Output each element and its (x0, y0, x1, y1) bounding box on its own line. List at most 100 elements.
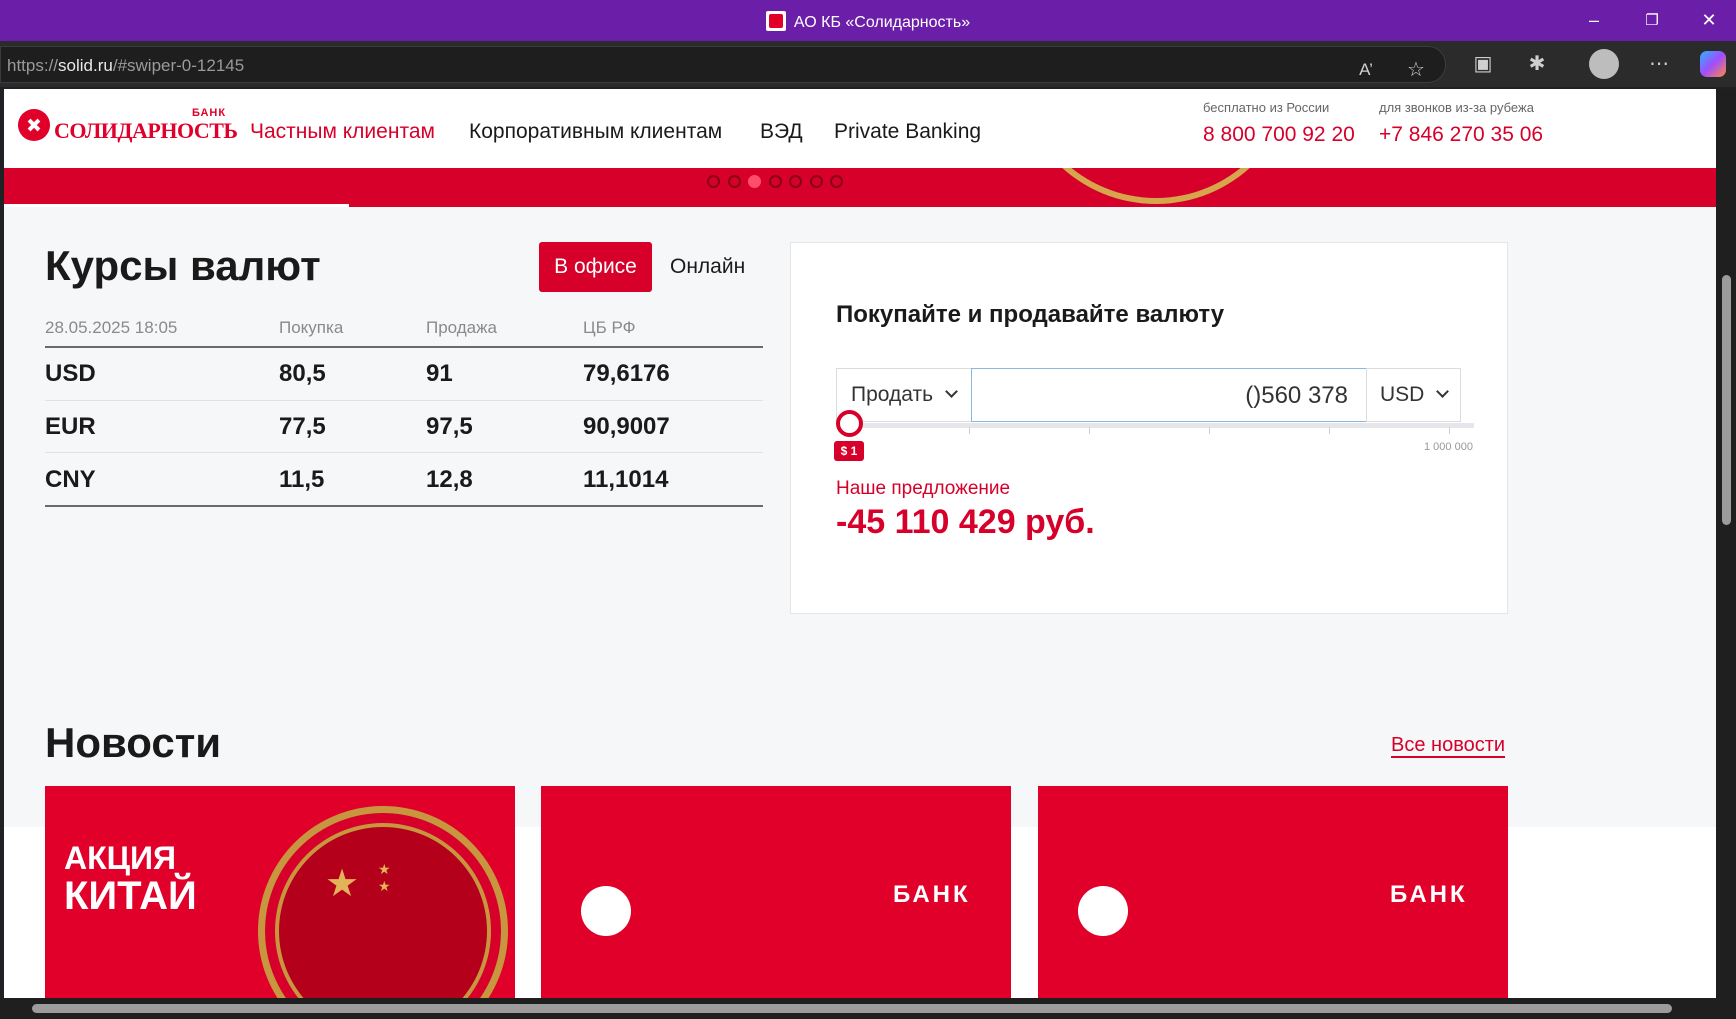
phone-russia: бесплатно из России 8 800 700 92 20 (1203, 100, 1355, 147)
favorite-star-icon[interactable]: ☆ (1403, 57, 1429, 83)
slider-dot[interactable] (748, 175, 761, 188)
minimize-button[interactable]: – (1569, 0, 1619, 41)
bank-logo[interactable]: БАНК СОЛИДАРНОСТЬ (18, 107, 238, 149)
news-card-bank-label: БАНК (893, 881, 971, 908)
exchange-card: Покупайте и продавайте валюту Продать ()… (790, 242, 1508, 614)
horizontal-scroll-thumb[interactable] (32, 1004, 1672, 1013)
rate-eur-buy: 77,5 (279, 413, 326, 440)
rate-eur-sell: 97,5 (426, 413, 473, 440)
slider-tick (1089, 427, 1090, 434)
rate-usd-sell: 91 (426, 360, 453, 387)
horizontal-scrollbar[interactable] (0, 998, 1736, 1019)
slider-dot[interactable] (768, 175, 782, 188)
logo-mark-icon (581, 886, 631, 936)
star-icon: ★ (325, 863, 360, 905)
rate-cny-sell: 12,8 (426, 466, 473, 493)
slider-dot[interactable] (789, 175, 802, 188)
rate-cny-buy: 11,5 (279, 466, 325, 493)
news-card-line2: КИТАЙ (64, 874, 197, 918)
phone-abroad-caption: для звонков из-за рубежа (1379, 100, 1534, 115)
phone-abroad-number[interactable]: +7 846 270 35 06 (1379, 123, 1543, 147)
amount-slider-track[interactable] (846, 423, 1474, 428)
window-title: АО КБ «Солидарность» (0, 11, 1736, 32)
rate-cny-code: CNY (45, 466, 96, 493)
rate-eur-code: EUR (45, 413, 96, 440)
vertical-scroll-thumb[interactable] (1722, 275, 1731, 525)
currency-select[interactable]: USD (1366, 368, 1461, 422)
rates-sell-header: Продажа (426, 318, 497, 337)
logo-mark-icon (1078, 886, 1128, 936)
amount-slider-handle[interactable] (836, 410, 863, 437)
rates-row-divider (45, 452, 763, 453)
nav-item-private[interactable]: Частным клиентам (250, 120, 435, 144)
rates-bottom-divider (45, 505, 763, 507)
offer-caption: Наше предложение (836, 478, 1011, 499)
logo-mark-icon (18, 109, 50, 141)
all-news-link[interactable]: Все новости (1391, 734, 1505, 757)
rates-row-divider (45, 400, 763, 401)
read-aloud-icon[interactable]: A’ (1353, 57, 1379, 83)
chevron-down-icon (1436, 385, 1450, 398)
address-bar: https://solid.ru/#swiper-0-12145 A’ ☆ ▣ … (0, 41, 1736, 87)
vertical-scrollbar[interactable] (1716, 89, 1736, 998)
slider-tick (1449, 427, 1450, 434)
operation-select-value: Продать (851, 383, 934, 406)
nav-item-ved[interactable]: ВЭД (760, 120, 803, 144)
news-card[interactable]: БАНК (541, 786, 1011, 998)
news-card-line1: АКЦИЯ (64, 840, 177, 876)
window-title-text: АО КБ «Солидарность» (793, 14, 971, 31)
news-card[interactable]: ★ ★ ★ АКЦИЯ КИТАЙ (45, 786, 515, 998)
amount-input[interactable]: ()560 378 (971, 368, 1367, 422)
slider-dot[interactable] (809, 175, 823, 188)
news-title: Новости (45, 719, 222, 766)
copilot-icon[interactable] (1700, 51, 1726, 77)
currency-select-value: USD (1380, 383, 1425, 406)
rates-cb-header: ЦБ РФ (583, 318, 636, 337)
extension-shield-icon[interactable]: ▣ (1470, 51, 1496, 77)
exchange-title: Покупайте и продавайте валюту (836, 301, 1225, 328)
slider-tick (1209, 427, 1210, 434)
slider-tick (969, 427, 970, 434)
site-favicon-icon (765, 11, 786, 31)
more-menu-icon[interactable]: ⋯ (1646, 51, 1672, 77)
slider-dot[interactable] (830, 175, 843, 188)
rate-usd-code: USD (45, 360, 96, 387)
tab-online-button[interactable]: Онлайн (670, 255, 745, 279)
china-medal-image (258, 806, 508, 998)
slider-max-label: 1 000 000 (1424, 441, 1473, 453)
rates-date-header: 28.05.2025 18:05 (45, 318, 178, 337)
page-viewport: БАНК СОЛИДАРНОСТЬ Частным клиентам Корпо… (4, 89, 1716, 998)
slider-dot[interactable] (727, 175, 741, 188)
site-header: БАНК СОЛИДАРНОСТЬ Частным клиентам Корпо… (4, 89, 1716, 168)
rate-usd-cb: 79,6176 (583, 360, 670, 387)
banner-medal-ring (1016, 168, 1296, 204)
slider-tick (1329, 427, 1330, 434)
rates-title: Курсы валют (45, 242, 321, 289)
chevron-down-icon (945, 385, 958, 398)
nav-item-corporate[interactable]: Корпоративным клиентам (469, 120, 722, 144)
extensions-puzzle-icon[interactable]: ✱ (1524, 51, 1550, 77)
rate-eur-cb: 90,9007 (583, 413, 670, 440)
tab-office-button[interactable]: В офисе (539, 242, 652, 292)
news-card[interactable]: БАНК (1038, 786, 1508, 998)
rates-buy-header: Покупка (279, 318, 344, 337)
logo-name: СОЛИДАРНОСТЬ (54, 118, 238, 143)
restore-button[interactable]: ❐ (1627, 0, 1677, 41)
window-titlebar: АО КБ «Солидарность» – ❐ ✕ (0, 0, 1736, 41)
star-icon: ★ ★ (378, 861, 391, 894)
news-card-bank-label: БАНК (1390, 881, 1468, 908)
rates-header-divider (45, 346, 763, 348)
close-button[interactable]: ✕ (1684, 0, 1734, 41)
slider-min-label: $ 1 (834, 441, 864, 461)
profile-avatar[interactable] (1589, 49, 1619, 79)
rate-usd-buy: 80,5 (279, 360, 326, 387)
nav-item-private-banking[interactable]: Private Banking (834, 120, 981, 144)
phone-abroad: для звонков из-за рубежа +7 846 270 35 0… (1379, 100, 1543, 147)
phone-russia-number[interactable]: 8 800 700 92 20 (1203, 123, 1355, 147)
url-text: https://solid.ru/#swiper-0-12145 (7, 56, 245, 75)
offer-value: -45 110 429 руб. (836, 503, 1095, 541)
url-field[interactable]: https://solid.ru/#swiper-0-12145 A’ ☆ (0, 46, 1446, 83)
phone-russia-caption: бесплатно из России (1203, 100, 1330, 115)
promo-banner[interactable] (4, 168, 1716, 207)
slider-dot[interactable] (707, 175, 720, 188)
